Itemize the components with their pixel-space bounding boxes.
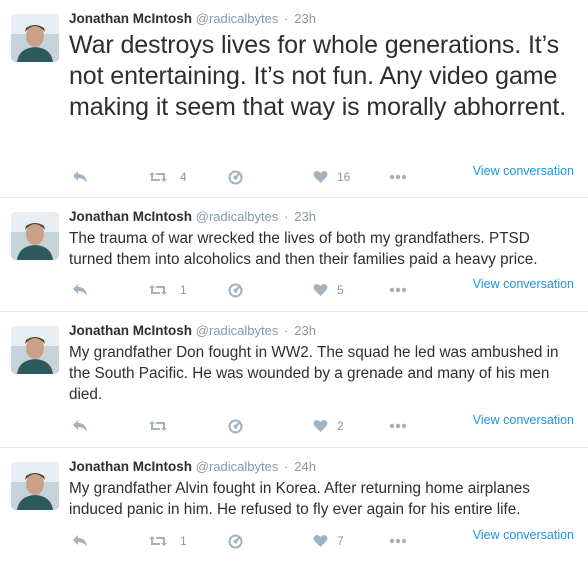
view-conversation-link[interactable]: View conversation <box>473 413 574 427</box>
tweet-header: Jonathan McIntosh @radicalbytes · 23h <box>69 322 576 340</box>
heart-icon <box>313 534 328 547</box>
spiral-icon <box>228 283 243 297</box>
retweet-icon <box>149 285 167 295</box>
share-button[interactable] <box>228 531 243 551</box>
more-icon <box>389 287 407 293</box>
tweet[interactable]: Jonathan McIntosh @radicalbytes · 23h My… <box>0 312 588 448</box>
more-button[interactable] <box>389 167 407 187</box>
timeline: Jonathan McIntosh @radicalbytes · 23h Wa… <box>0 0 588 563</box>
separator: · <box>284 11 289 26</box>
author-handle[interactable]: @radicalbytes <box>196 209 279 224</box>
more-button[interactable] <box>389 416 407 436</box>
reply-button[interactable] <box>72 416 88 436</box>
tweet-header: Jonathan McIntosh @radicalbytes · 23h <box>69 10 576 28</box>
like-button[interactable] <box>313 531 328 551</box>
reply-icon <box>73 171 87 183</box>
retweet-count: 1 <box>180 283 187 297</box>
tweet-content: Jonathan McIntosh @radicalbytes · 23h Wa… <box>69 10 576 123</box>
reply-button[interactable] <box>72 167 88 187</box>
view-conversation-link[interactable]: View conversation <box>473 528 574 542</box>
timestamp[interactable]: 24h <box>294 459 316 474</box>
tweet-text: The trauma of war wrecked the lives of b… <box>69 230 538 268</box>
timestamp[interactable]: 23h <box>294 11 316 26</box>
retweet-button[interactable] <box>148 280 168 300</box>
share-button[interactable] <box>228 416 243 436</box>
separator: · <box>284 209 289 224</box>
avatar[interactable] <box>11 14 59 62</box>
retweet-button[interactable] <box>148 416 168 436</box>
avatar[interactable] <box>11 212 59 260</box>
tweet[interactable]: Jonathan McIntosh @radicalbytes · 23h Th… <box>0 198 588 312</box>
spiral-icon <box>228 534 243 548</box>
retweet-count: 1 <box>180 534 187 548</box>
timestamp[interactable]: 23h <box>294 323 316 338</box>
author-handle[interactable]: @radicalbytes <box>196 323 279 338</box>
spiral-icon <box>228 419 243 433</box>
tweet-header: Jonathan McIntosh @radicalbytes · 23h <box>69 208 576 226</box>
tweet[interactable]: Jonathan McIntosh @radicalbytes · 24h My… <box>0 448 588 563</box>
heart-icon <box>313 419 328 432</box>
reply-button[interactable] <box>72 280 88 300</box>
spiral-icon <box>228 170 243 184</box>
retweet-count: 4 <box>180 170 187 184</box>
tweet[interactable]: Jonathan McIntosh @radicalbytes · 23h Wa… <box>0 0 588 198</box>
retweet-button[interactable] <box>148 167 168 187</box>
like-count: 16 <box>337 170 351 184</box>
author-handle[interactable]: @radicalbytes <box>196 11 279 26</box>
reply-icon <box>73 535 87 547</box>
author-name[interactable]: Jonathan McIntosh <box>69 459 192 474</box>
like-count: 7 <box>337 534 344 548</box>
timestamp[interactable]: 23h <box>294 209 316 224</box>
more-button[interactable] <box>389 280 407 300</box>
view-conversation-link[interactable]: View conversation <box>473 164 574 178</box>
like-button[interactable] <box>313 167 328 187</box>
author-name[interactable]: Jonathan McIntosh <box>69 209 192 224</box>
like-button[interactable] <box>313 280 328 300</box>
retweet-icon <box>149 421 167 431</box>
share-button[interactable] <box>228 280 243 300</box>
heart-icon <box>313 170 328 183</box>
more-icon <box>389 174 407 180</box>
like-count: 5 <box>337 283 344 297</box>
separator: · <box>284 323 289 338</box>
tweet-text: My grandfather Alvin fought in Korea. Af… <box>69 480 530 518</box>
reply-button[interactable] <box>72 531 88 551</box>
retweet-icon <box>149 536 167 546</box>
avatar[interactable] <box>11 326 59 374</box>
author-name[interactable]: Jonathan McIntosh <box>69 11 192 26</box>
more-button[interactable] <box>389 531 407 551</box>
tweet-content: Jonathan McIntosh @radicalbytes · 23h My… <box>69 322 576 405</box>
reply-icon <box>73 420 87 432</box>
more-icon <box>389 538 407 544</box>
like-button[interactable] <box>313 416 328 436</box>
avatar[interactable] <box>11 462 59 510</box>
tweet-text: War destroys lives for whole generations… <box>69 31 567 121</box>
reply-icon <box>73 284 87 296</box>
tweet-content: Jonathan McIntosh @radicalbytes · 23h Th… <box>69 208 576 270</box>
retweet-icon <box>149 172 167 182</box>
tweet-content: Jonathan McIntosh @radicalbytes · 24h My… <box>69 458 576 520</box>
view-conversation-link[interactable]: View conversation <box>473 277 574 291</box>
tweet-header: Jonathan McIntosh @radicalbytes · 24h <box>69 458 576 476</box>
heart-icon <box>313 283 328 296</box>
like-count: 2 <box>337 419 344 433</box>
more-icon <box>389 423 407 429</box>
retweet-button[interactable] <box>148 531 168 551</box>
separator: · <box>284 459 289 474</box>
author-name[interactable]: Jonathan McIntosh <box>69 323 192 338</box>
tweet-text: My grandfather Don fought in WW2. The sq… <box>69 344 559 403</box>
share-button[interactable] <box>228 167 243 187</box>
author-handle[interactable]: @radicalbytes <box>196 459 279 474</box>
